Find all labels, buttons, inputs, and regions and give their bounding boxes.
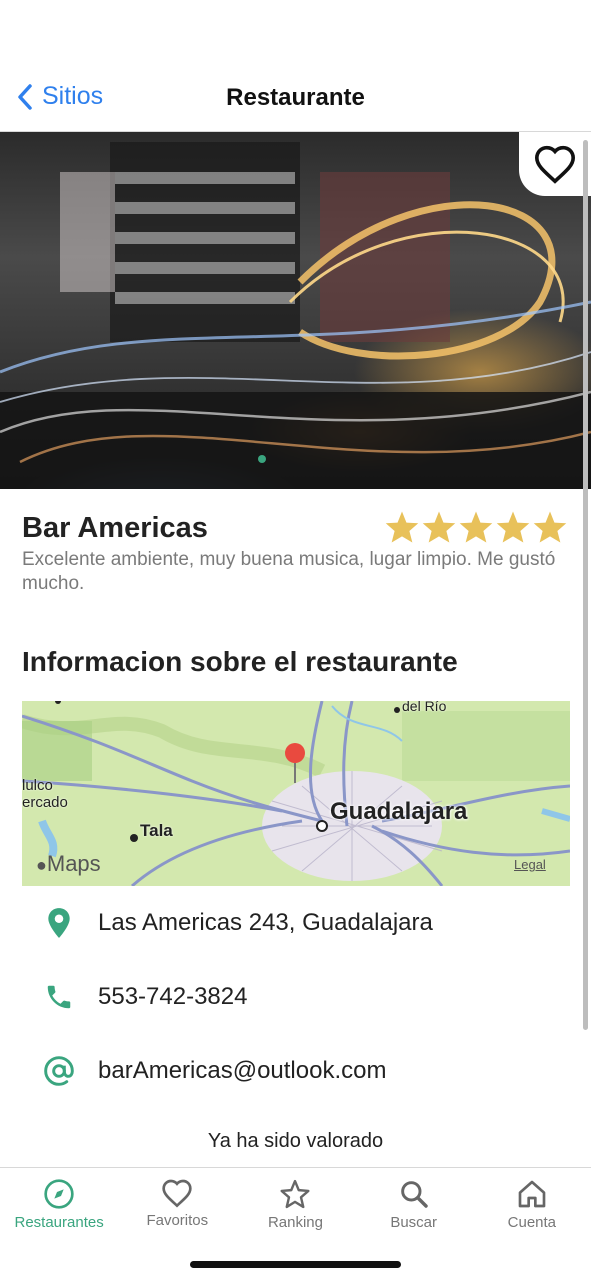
rated-status: Ya ha sido valorado (207, 1130, 384, 1152)
map-city-label: Guadalajara (330, 798, 468, 825)
scrollbar[interactable] (583, 140, 588, 1030)
map-graphic (22, 701, 570, 886)
star-icon (422, 511, 456, 543)
maps-brand: ●Maps (36, 851, 101, 877)
location-pin-icon (42, 906, 76, 940)
tab-label: Cuenta (507, 1214, 557, 1231)
star-icon (280, 1179, 311, 1209)
tab-label: Favoritos (146, 1212, 209, 1229)
venue-name: Bar Americas (22, 512, 208, 544)
map-top-label: del Río (402, 701, 447, 714)
star-icon (533, 511, 567, 543)
map-left-label-2: ercado (22, 794, 68, 811)
rating-stars (384, 510, 568, 544)
tab-label: Ranking (267, 1214, 323, 1231)
address-text: Las Americas 243, Guadalajara (98, 909, 433, 936)
tab-cuenta[interactable]: Cuenta (473, 1168, 591, 1281)
tab-label: Restaurantes (14, 1214, 104, 1231)
legal-link[interactable]: Legal (514, 857, 546, 872)
apple-logo-icon: ● (36, 855, 47, 875)
location-map[interactable]: Guadalajara Tala del Río lulco ercado ●M… (22, 701, 570, 886)
venue-photo (0, 132, 591, 489)
section-title: Informacion sobre el restaurante (22, 646, 458, 677)
search-icon (400, 1181, 428, 1208)
star-icon (385, 511, 419, 543)
phone-icon (42, 980, 76, 1014)
email-text: barAmericas@outlook.com (98, 1057, 387, 1084)
tab-label: Buscar (390, 1214, 437, 1231)
heart-outline-icon (534, 145, 576, 184)
home-icon (518, 1180, 546, 1208)
address-row[interactable]: Las Americas 243, Guadalajara (42, 906, 433, 940)
phone-row[interactable]: 553-742-3824 (42, 980, 247, 1014)
map-left-label-1: lulco (22, 777, 53, 794)
review-text: Excelente ambiente, muy buena musica, lu… (22, 549, 556, 594)
page-title: Restaurante (226, 84, 365, 111)
dj-photo-illustration (0, 142, 591, 489)
map-town-label: Tala (140, 821, 173, 840)
tab-restaurantes[interactable]: Restaurantes (0, 1168, 118, 1281)
home-indicator[interactable] (190, 1261, 401, 1268)
compass-icon (44, 1179, 74, 1209)
heart-icon (162, 1179, 192, 1208)
phone-text: 553-742-3824 (98, 983, 248, 1010)
maps-brand-label: Maps (46, 851, 101, 876)
star-icon (459, 511, 493, 543)
favorite-button[interactable] (519, 132, 591, 196)
email-row[interactable]: barAmericas@outlook.com (42, 1054, 386, 1088)
navigation-bar: Sitios Restaurante (0, 60, 591, 132)
at-sign-icon (42, 1054, 76, 1088)
star-icon (496, 511, 530, 543)
